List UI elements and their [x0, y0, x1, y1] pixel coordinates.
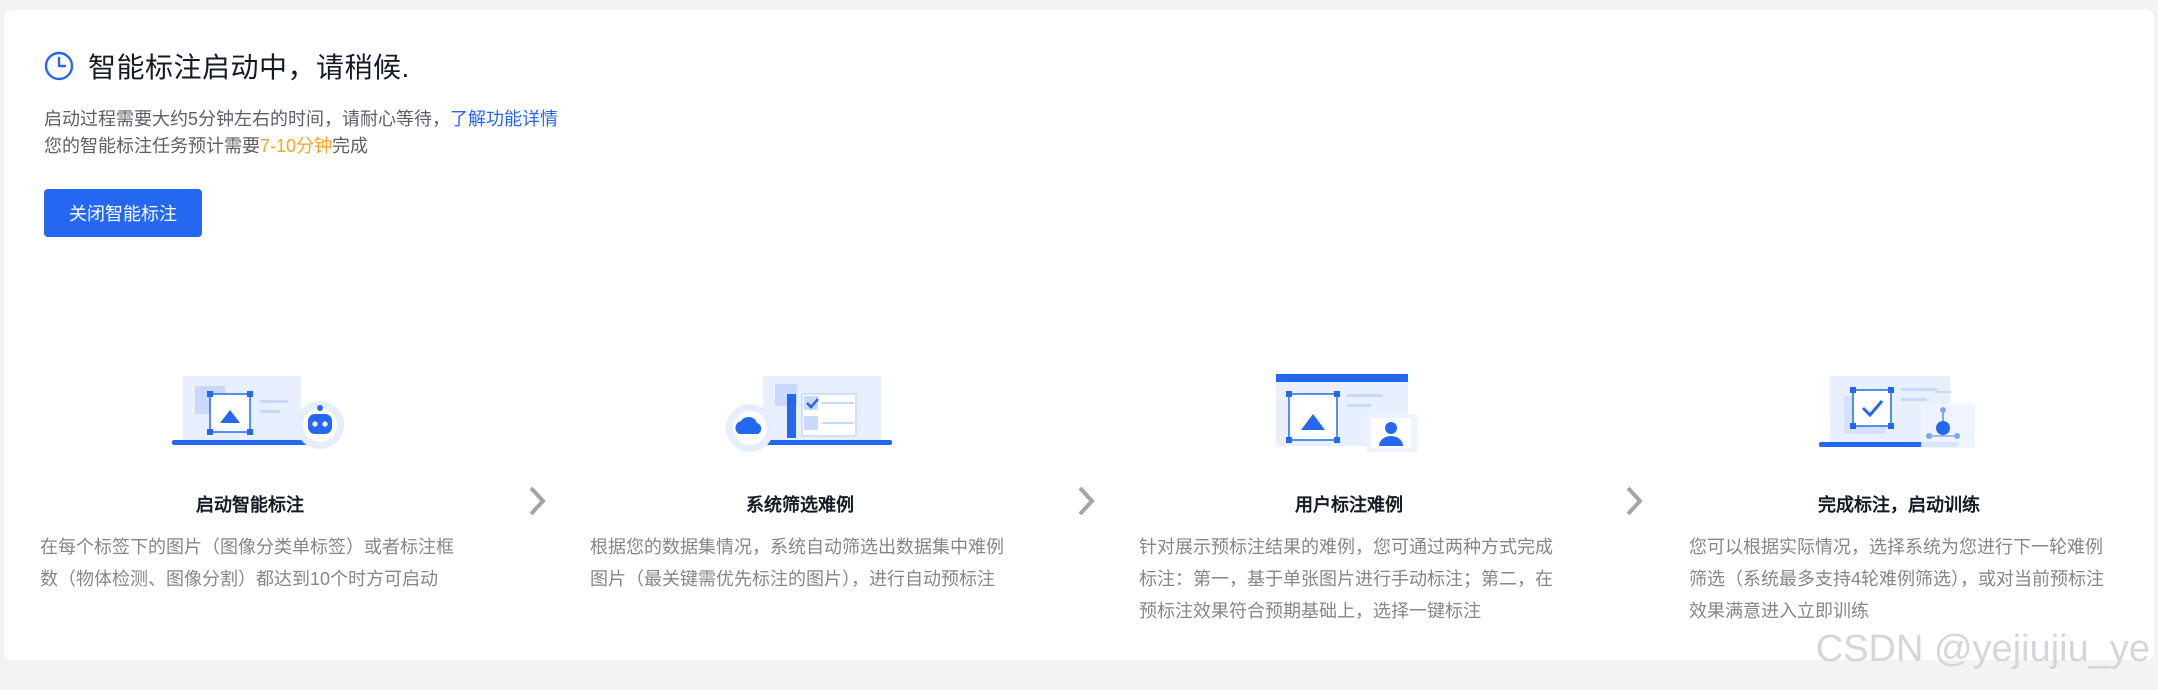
main-card: 智能标注启动中，请稍候. 启动过程需要大约5分钟左右的时间，请耐心等待，了解功能… [4, 10, 2154, 660]
estimate-prefix: 您的智能标注任务预计需要 [44, 136, 260, 156]
estimate-time: 7-10分钟 [260, 136, 333, 156]
step-description: 您可以根据实际情况，选择系统为您进行下一轮难例筛选（系统最多支持4轮难例筛选），… [1689, 537, 2105, 621]
close-smart-annotation-button[interactable]: 关闭智能标注 [44, 189, 202, 237]
cloud-icon [726, 376, 892, 452]
status-header: 智能标注启动中，请稍候. [44, 46, 410, 86]
page-title: 智能标注启动中，请稍候. [88, 52, 410, 83]
step-description: 根据您的数据集情况，系统自动筛选出数据集中难例图片（最关键需优先标注的图片），进… [590, 537, 1004, 589]
chevron-right-icon [529, 486, 546, 516]
description-line-2: 您的智能标注任务预计需要7-10分钟完成 [44, 133, 558, 160]
chevron-right-icon [1078, 486, 1095, 516]
watermark: CSDN @yejiujiu_ye [1815, 628, 2150, 670]
robot-icon [172, 376, 344, 449]
title-row: 智能标注启动中，请稍候. [44, 46, 410, 86]
step-title: 用户标注难例 [1295, 495, 1403, 515]
step-title: 完成标注，启动训练 [1818, 495, 1980, 515]
step-title: 启动智能标注 [196, 495, 304, 515]
training-icon [1819, 376, 1975, 448]
learn-more-link[interactable]: 了解功能详情 [450, 109, 558, 129]
step-description: 在每个标签下的图片（图像分类单标签）或者标注框数（物体检测、图像分割）都达到10… [40, 537, 454, 589]
clock-icon [44, 51, 74, 81]
user-icon [1276, 374, 1417, 452]
description-line-1: 启动过程需要大约5分钟左右的时间，请耐心等待，了解功能详情 [44, 106, 558, 133]
estimate-suffix: 完成 [332, 136, 369, 156]
step-title: 系统筛选难例 [746, 495, 854, 515]
duration-text: 启动过程需要大约5分钟左右的时间，请耐心等待， [44, 109, 451, 129]
status-description: 启动过程需要大约5分钟左右的时间，请耐心等待，了解功能详情 您的智能标注任务预计… [44, 106, 558, 160]
chevron-right-icon [1626, 486, 1643, 516]
step-description: 针对展示预标注结果的难例，您可通过两种方式完成标注：第一，基于单张图片进行手动标… [1139, 537, 1553, 621]
